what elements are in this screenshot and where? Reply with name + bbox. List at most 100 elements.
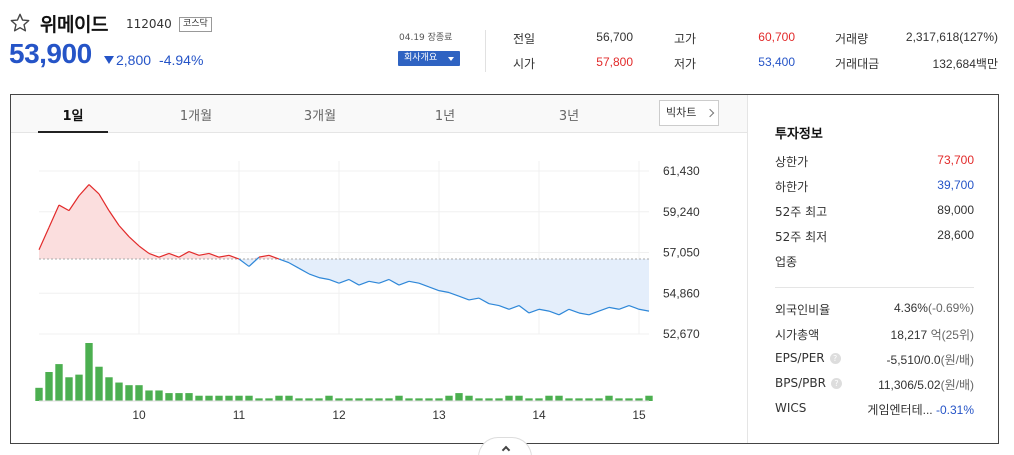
period-tabs: 1일 1개월 3개월 1년 3년 빅차트 [11, 95, 747, 133]
bps-pbr-unit: (원/배) [940, 378, 974, 392]
invest-info: 투자정보 상한가 73,700 하한가 39,700 52주 최고 89,000… [748, 95, 998, 443]
info-row-lower-limit: 하한가 39,700 [775, 178, 974, 196]
volume-bar [465, 395, 473, 401]
chevron-up-icon [501, 445, 511, 455]
volume-bar [155, 390, 163, 401]
stat-value-trade-value: 132,684백만 [932, 57, 998, 71]
market-cap-value: 18,217 [890, 328, 928, 342]
stat-label-open: 시가 [513, 57, 536, 71]
info-label: BPS/PBR? [775, 376, 842, 390]
up-area [39, 184, 649, 260]
info-value: 73,700 [937, 153, 974, 167]
x-tick-label: 12 [332, 408, 346, 422]
stock-code: 112040 [126, 17, 172, 31]
invest-info-title: 투자정보 [775, 127, 823, 142]
info-row-bps-pbr: BPS/PBR? 11,306/5.02(원/배) [775, 376, 974, 394]
info-label: 상한가 [775, 155, 809, 169]
star-icon[interactable] [9, 12, 31, 34]
info-value: 게임엔터테... -0.31% [867, 401, 974, 418]
bigchart-label: 빅차트 [666, 106, 697, 119]
stat-value-low: 53,400 [758, 55, 795, 69]
volume-bar [45, 372, 53, 401]
info-row-52w-low: 52주 최저 28,600 [775, 228, 974, 246]
info-row-eps-per: EPS/PER? -5,510/0.0(원/배) [775, 351, 974, 369]
volume-bar [135, 385, 143, 401]
tab-3month[interactable]: 3개월 [285, 105, 355, 124]
wics-sector-link[interactable]: 게임엔터테... [867, 403, 932, 417]
x-tick-label: 14 [532, 408, 546, 422]
volume-bar [505, 395, 513, 401]
volume-bar [105, 377, 113, 401]
down-area [39, 259, 649, 315]
stat-value-open: 57,800 [596, 55, 633, 69]
volume-bar [285, 395, 293, 401]
company-overview-label: 회사개요 [404, 53, 438, 63]
divider [485, 30, 486, 72]
x-tick-label: 11 [233, 408, 246, 422]
tab-3year[interactable]: 3년 [534, 105, 604, 124]
price-chart[interactable]: 61,430 59,240 57,050 54,860 52,670 10 11 12 13 14… [11, 133, 747, 445]
volume-bar [245, 395, 253, 401]
volume-bar [145, 390, 153, 401]
market-badge: 코스닥 [179, 17, 212, 32]
change-percent: -4.94% [159, 52, 204, 68]
chevron-right-icon [705, 108, 715, 118]
stat-label-high: 고가 [674, 32, 697, 46]
stock-name: 위메이드 [40, 14, 108, 36]
foreign-ratio-value: 4.36% [893, 301, 928, 315]
volume-bar [175, 393, 183, 401]
volume-bar [215, 395, 223, 401]
company-overview-button[interactable]: 회사개요 [398, 51, 460, 66]
volume-bar [515, 395, 523, 401]
y-tick-label: 54,860 [663, 286, 700, 300]
price-change: 2,800 -4.94% [104, 52, 203, 68]
current-price: 53,900 [9, 38, 92, 69]
volume-bar [35, 387, 43, 401]
volume-bar [55, 364, 63, 401]
stat-label-low: 저가 [674, 57, 697, 71]
help-icon[interactable]: ? [829, 353, 841, 364]
y-tick-label: 59,240 [663, 205, 700, 219]
y-tick-label: 52,670 [663, 327, 700, 341]
info-label: WICS [775, 401, 807, 415]
volume-bar [85, 343, 93, 401]
volume-bar [195, 395, 203, 401]
info-row-upper-limit: 상한가 73,700 [775, 153, 974, 171]
bigchart-button[interactable]: 빅차트 [659, 100, 719, 126]
info-value: 39,700 [937, 178, 974, 192]
info-label: 52주 최고 [775, 205, 828, 219]
tab-1day[interactable]: 1일 [38, 105, 108, 124]
volume-bar [545, 395, 553, 401]
volume-bar [645, 395, 653, 401]
volume-bar [325, 395, 333, 401]
help-icon[interactable]: ? [830, 378, 842, 389]
y-tick-label: 61,430 [663, 164, 700, 178]
volume-bar [185, 393, 193, 401]
info-row-foreign-ratio: 외국인비율 4.36%(-0.69%) [775, 301, 974, 319]
x-tick-label: 15 [632, 408, 646, 422]
wics-change: -0.31% [935, 403, 974, 417]
eps-per-unit: (원/배) [940, 353, 974, 367]
tab-1year[interactable]: 1년 [410, 105, 480, 124]
volume-bar [205, 395, 213, 401]
info-row-market-cap: 시가총액 18,217 억(25위) [775, 326, 974, 344]
info-value: 28,600 [937, 228, 974, 242]
info-label: 외국인비율 [775, 303, 831, 317]
volume-bar [455, 393, 463, 401]
volume-bar [275, 395, 283, 401]
stat-value-prev-close: 56,700 [596, 30, 633, 44]
info-label: EPS/PER? [775, 351, 841, 365]
market-status: 04.19 장종료 [399, 33, 453, 43]
info-value: 89,000 [937, 203, 974, 217]
eps-per-label: EPS/PER [775, 351, 825, 365]
x-tick-label: 13 [432, 408, 446, 422]
info-label: 하한가 [775, 180, 809, 194]
info-divider [775, 287, 974, 288]
info-value: -5,510/0.0(원/배) [887, 351, 974, 368]
info-value: 18,217 억(25위) [891, 326, 974, 343]
volume-bar [605, 395, 613, 401]
volume-bar [225, 395, 233, 401]
volume-bar [65, 377, 73, 401]
tab-1month[interactable]: 1개월 [161, 105, 231, 124]
info-label: 시가총액 [775, 328, 820, 342]
